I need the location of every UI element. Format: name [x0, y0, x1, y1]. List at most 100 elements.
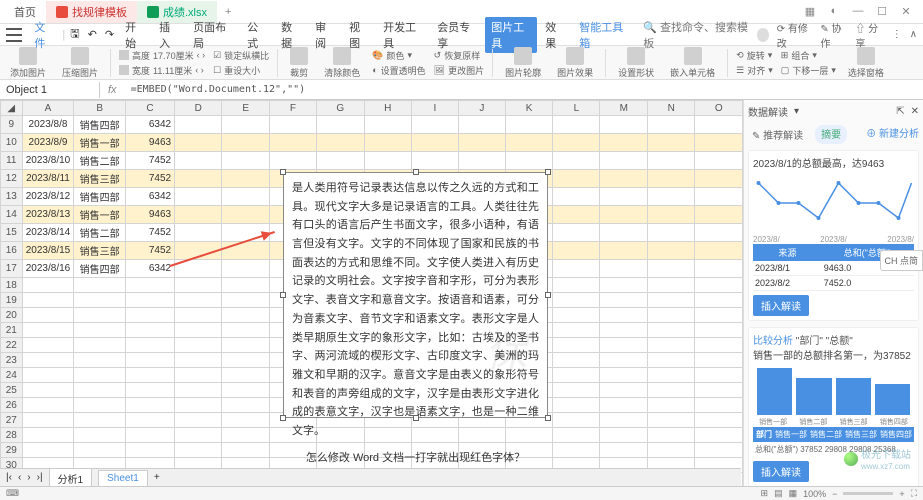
cell[interactable]	[648, 260, 695, 278]
row-header[interactable]: 22	[1, 338, 23, 353]
cell[interactable]	[648, 224, 695, 242]
cell[interactable]	[695, 413, 743, 428]
row-header[interactable]: 11	[1, 152, 23, 170]
cell[interactable]: 2023/8/11	[22, 170, 74, 188]
cell[interactable]	[74, 338, 125, 353]
cell[interactable]	[695, 323, 743, 338]
cell[interactable]	[600, 323, 648, 338]
cell[interactable]: 2023/8/13	[22, 206, 74, 224]
cell[interactable]	[125, 398, 174, 413]
cell[interactable]	[553, 170, 600, 188]
cell[interactable]	[695, 308, 743, 323]
cell[interactable]: 6342	[125, 116, 174, 134]
cell[interactable]	[648, 413, 695, 428]
zoom-value[interactable]: 100%	[803, 489, 826, 499]
add-sheet[interactable]: +	[154, 472, 160, 483]
cell[interactable]	[695, 398, 743, 413]
cell[interactable]	[600, 368, 648, 383]
row-header[interactable]: 18	[1, 278, 23, 293]
corner-cell[interactable]: ◢	[1, 101, 23, 116]
col-header[interactable]: D	[175, 101, 222, 116]
cell[interactable]	[175, 116, 222, 134]
cell[interactable]	[553, 338, 600, 353]
cell[interactable]	[648, 398, 695, 413]
cell[interactable]: 2023/8/10	[22, 152, 74, 170]
row-header[interactable]: 24	[1, 368, 23, 383]
view-reading-icon[interactable]: ▦	[789, 488, 798, 499]
cell[interactable]	[364, 134, 411, 152]
cell[interactable]	[222, 398, 269, 413]
cell[interactable]	[648, 443, 695, 458]
row-header[interactable]: 13	[1, 188, 23, 206]
cell[interactable]	[600, 170, 648, 188]
cell[interactable]	[222, 383, 269, 398]
row-header[interactable]: 21	[1, 323, 23, 338]
cell[interactable]	[269, 134, 316, 152]
col-header[interactable]: B	[74, 101, 125, 116]
menu-dev[interactable]: 开发工具	[377, 17, 429, 53]
cell[interactable]	[74, 428, 125, 443]
cell[interactable]	[648, 368, 695, 383]
cell[interactable]: 2023/8/16	[22, 260, 74, 278]
row-header[interactable]: 27	[1, 413, 23, 428]
cell[interactable]	[175, 368, 222, 383]
menu-formula[interactable]: 公式	[241, 17, 273, 53]
resize-handle[interactable]	[280, 169, 286, 175]
cell[interactable]	[695, 260, 743, 278]
cell[interactable]	[222, 116, 269, 134]
cell[interactable]	[695, 116, 743, 134]
cell[interactable]	[411, 134, 458, 152]
cell[interactable]	[505, 152, 552, 170]
shape-button[interactable]: 设置形状	[614, 47, 658, 79]
cell[interactable]	[222, 242, 269, 260]
align-dropdown[interactable]: ☰ 对齐 ▾	[736, 64, 773, 77]
selection-pane-button[interactable]: 选择窗格	[844, 47, 888, 79]
cell[interactable]	[22, 383, 74, 398]
insert-insight-button[interactable]: 插入解读	[753, 295, 809, 316]
cell[interactable]	[175, 413, 222, 428]
cell[interactable]	[222, 134, 269, 152]
cell[interactable]	[600, 338, 648, 353]
formula-input[interactable]: =EMBED("Word.Document.12","")	[125, 82, 923, 97]
tab-summary[interactable]: 摘要	[815, 125, 847, 144]
cell[interactable]	[74, 368, 125, 383]
cell[interactable]	[22, 323, 74, 338]
cell[interactable]	[222, 323, 269, 338]
cell[interactable]	[125, 278, 174, 293]
cell[interactable]	[505, 134, 552, 152]
cell[interactable]	[222, 338, 269, 353]
cell[interactable]	[317, 116, 364, 134]
cell[interactable]	[22, 338, 74, 353]
cell[interactable]	[600, 260, 648, 278]
cell[interactable]: 7452	[125, 242, 174, 260]
cell[interactable]	[648, 293, 695, 308]
cell[interactable]	[175, 323, 222, 338]
insert-insight-button-2[interactable]: 插入解读	[753, 461, 809, 482]
sheet-nav-next[interactable]: ›	[27, 472, 30, 483]
sheet-nav-prev[interactable]: ‹	[18, 472, 21, 483]
cell[interactable]	[22, 353, 74, 368]
cell[interactable]	[222, 443, 269, 458]
cell[interactable]	[125, 338, 174, 353]
sheet-tab-1[interactable]: 分析1	[49, 468, 93, 488]
cell[interactable]	[600, 443, 648, 458]
tab-recommend[interactable]: ✎ 推荐解读	[748, 125, 807, 144]
col-header[interactable]: J	[458, 101, 505, 116]
width-value[interactable]: 11.11厘米	[153, 64, 192, 77]
row-header[interactable]: 9	[1, 116, 23, 134]
row-header[interactable]: 17	[1, 260, 23, 278]
resize-handle[interactable]	[545, 169, 551, 175]
hamburger-icon[interactable]	[6, 28, 22, 42]
cell[interactable]	[553, 188, 600, 206]
sheet-area[interactable]: ◢ABCDEFGHIJKLMNO 92023/8/8销售四部6342102023…	[0, 100, 743, 496]
col-header[interactable]: L	[553, 101, 600, 116]
cell[interactable]	[695, 242, 743, 260]
cell[interactable]	[648, 152, 695, 170]
cell[interactable]	[695, 353, 743, 368]
collapse-ribbon-icon[interactable]: ∧	[910, 29, 917, 40]
cell[interactable]	[505, 116, 552, 134]
cell[interactable]	[648, 188, 695, 206]
cell[interactable]	[553, 134, 600, 152]
undo-icon[interactable]: ↶	[85, 28, 100, 41]
ime-indicator[interactable]: CH 点简	[880, 250, 923, 271]
